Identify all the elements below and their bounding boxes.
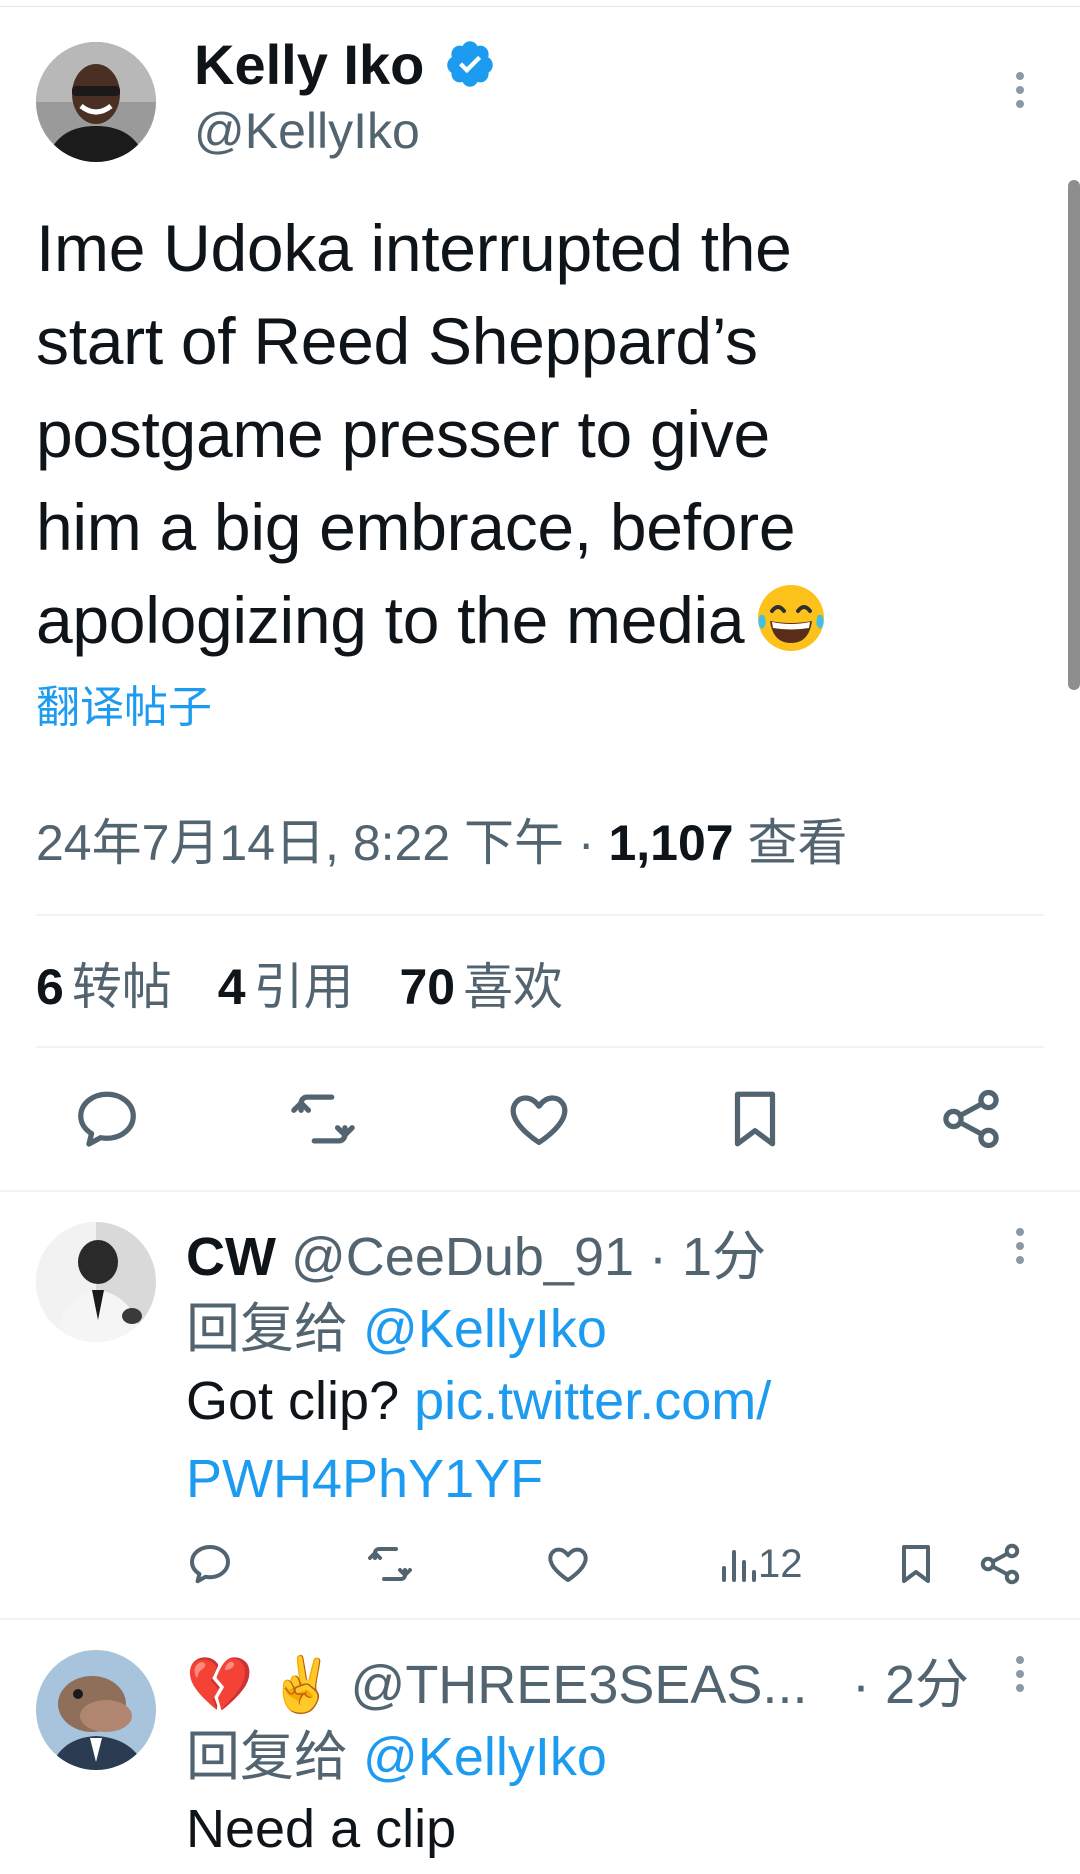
media-link[interactable]: PWH4PhY1YF xyxy=(186,1449,543,1509)
more-icon[interactable] xyxy=(1000,70,1040,110)
divider xyxy=(0,1190,1080,1192)
reply-to-label: 回复给 xyxy=(186,1299,348,1359)
reply-text: Need a clip xyxy=(186,1799,457,1859)
reply-text-body: Got clip? xyxy=(186,1371,400,1431)
tweet-meta: 24年7月14日, 8:22 下午 · 1,107 查看 xyxy=(36,808,848,878)
more-icon[interactable] xyxy=(1000,1654,1040,1694)
reply-to-line: 回复给 @KellyIko xyxy=(186,1294,607,1364)
quotes-label: 引用 xyxy=(253,959,354,1015)
reply-to-handle[interactable]: @KellyIko xyxy=(363,1299,607,1359)
reply-author-handle[interactable]: @CeeDub_91 xyxy=(291,1227,634,1287)
likes-count: 70 xyxy=(399,959,456,1015)
reply-header: 💔 ✌️ @THREE3SEAS... xyxy=(186,1650,807,1720)
reply-author-name[interactable]: CW xyxy=(186,1227,276,1287)
author-avatar[interactable] xyxy=(36,42,156,162)
verified-badge-icon xyxy=(444,38,496,90)
reply-header: CW @CeeDub_91 · 1分 xyxy=(186,1222,766,1292)
author-handle[interactable]: @KellyIko xyxy=(194,98,420,164)
reply-avatar[interactable] xyxy=(36,1650,156,1770)
reply-text: Got clip? pic.twitter.com/ PWH4PhY1YF xyxy=(186,1362,1006,1518)
likes-stat[interactable]: 70 喜欢 xyxy=(399,959,563,1015)
quotes-count: 4 xyxy=(217,959,246,1015)
views-stat[interactable]: 12 xyxy=(718,1540,803,1588)
tweet-text-line: apologizing to the media xyxy=(36,583,745,657)
top-divider xyxy=(0,6,1080,7)
reply-avatar[interactable] xyxy=(36,1222,156,1342)
views-icon xyxy=(718,1540,758,1588)
reposts-count: 6 xyxy=(36,959,64,1015)
meta-separator: · xyxy=(564,815,609,871)
timestamp[interactable]: 24年7月14日, 8:22 下午 xyxy=(36,815,564,871)
reply-icon[interactable] xyxy=(72,1084,142,1154)
quotes-stat[interactable]: 4 引用 xyxy=(218,959,354,1015)
tweet-text-line-last: apologizing to the media xyxy=(36,574,1036,679)
more-icon[interactable] xyxy=(1000,1226,1040,1266)
share-icon[interactable] xyxy=(976,1540,1024,1588)
tweet-text-line: Ime Udoka interrupted the xyxy=(36,211,792,285)
bookmark-icon[interactable] xyxy=(892,1540,940,1588)
tweet-stats: 6 转帖 4 引用 70 喜欢 xyxy=(36,952,595,1022)
reposts-stat[interactable]: 6 转帖 xyxy=(36,959,172,1015)
translate-post-link[interactable]: 翻译帖子 xyxy=(36,678,212,738)
divider xyxy=(36,914,1044,916)
reply-to-label: 回复给 xyxy=(186,1727,348,1787)
views-count: 1,107 xyxy=(608,815,734,871)
tweet-text-line: start of Reed Sheppard’s xyxy=(36,304,758,378)
share-icon[interactable] xyxy=(936,1084,1006,1154)
views-label: 查看 xyxy=(747,815,848,871)
repost-icon[interactable] xyxy=(288,1084,358,1154)
reply-time[interactable]: · 2分 xyxy=(852,1650,969,1720)
reposts-label: 转帖 xyxy=(71,959,172,1015)
reply-icon[interactable] xyxy=(186,1540,234,1588)
author-name[interactable]: Kelly Iko xyxy=(194,30,424,100)
like-icon[interactable] xyxy=(504,1084,574,1154)
scrollbar[interactable] xyxy=(1068,180,1080,690)
reply-views-count: 12 xyxy=(758,1542,803,1586)
tweet-text-line: postgame presser to give xyxy=(36,397,770,471)
tweet-text-line: him a big embrace, before xyxy=(36,490,796,564)
tweet-text: Ime Udoka interrupted the start of Reed … xyxy=(36,202,1036,679)
bookmark-icon[interactable] xyxy=(720,1084,790,1154)
laughing-emoji-icon xyxy=(754,581,828,679)
reply-author-handle[interactable]: @THREE3SEAS... xyxy=(351,1655,808,1715)
repost-icon[interactable] xyxy=(366,1540,414,1588)
like-icon[interactable] xyxy=(544,1540,592,1588)
reply-time[interactable]: · 1分 xyxy=(649,1227,766,1287)
divider xyxy=(0,1618,1080,1620)
reply-to-handle[interactable]: @KellyIko xyxy=(363,1727,607,1787)
reply-author-name-emojis[interactable]: 💔 ✌️ xyxy=(186,1655,335,1715)
divider xyxy=(36,1046,1044,1048)
likes-label: 喜欢 xyxy=(463,959,564,1015)
reply-to-line: 回复给 @KellyIko xyxy=(186,1722,607,1792)
media-link[interactable]: pic.twitter.com/ xyxy=(414,1371,771,1431)
